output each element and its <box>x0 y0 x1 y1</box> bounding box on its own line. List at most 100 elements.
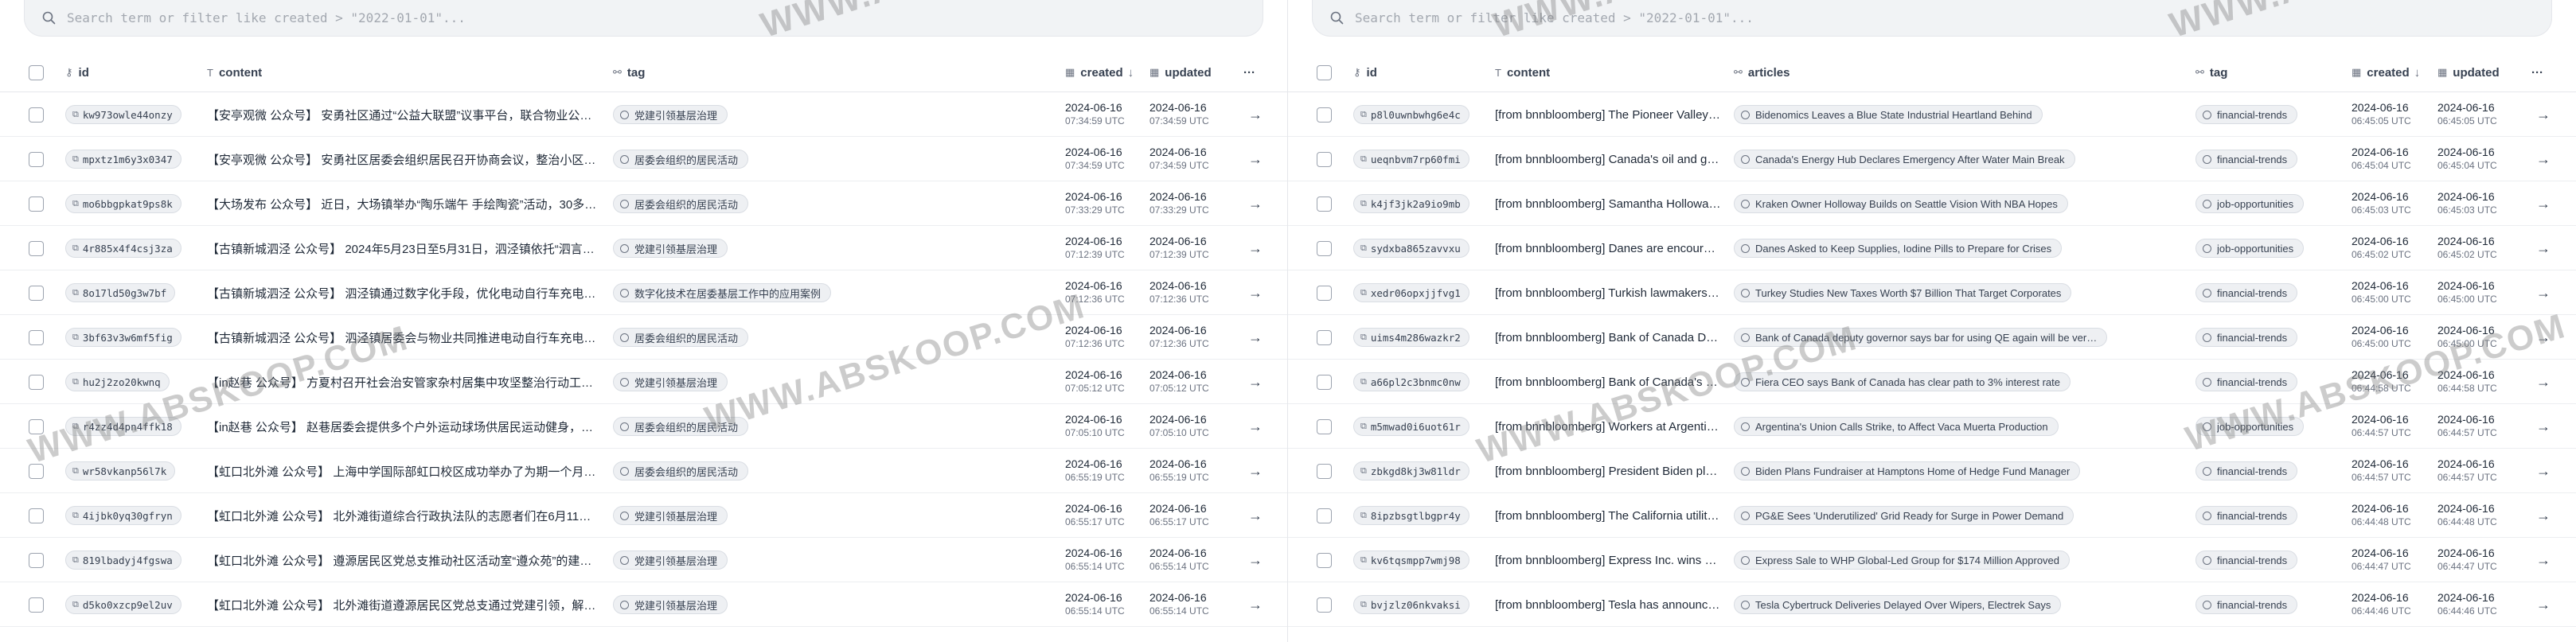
column-header-updated[interactable]: ▦ updated <box>2437 53 2500 92</box>
row-checkbox-cell[interactable] <box>29 226 44 270</box>
tag-badge[interactable]: financial-trends <box>2195 283 2298 302</box>
tag-badge[interactable]: 党建引领基层治理 <box>613 372 728 391</box>
article-badge[interactable]: Canada's Energy Hub Declares Emergency A… <box>1734 150 2075 169</box>
row-checkbox[interactable] <box>1317 374 1332 390</box>
copy-icon[interactable]: ⧉ <box>72 376 79 387</box>
table-row[interactable]: ⧉ 8ipzbsgtlbgpr4y [from bnnbloomberg] The … <box>1288 493 2576 538</box>
id-badge[interactable]: ⧉ 819lbadyj4fgswa <box>65 551 181 570</box>
arrow-right-icon[interactable]: → <box>1248 418 1263 435</box>
search-bar[interactable] <box>1312 0 2552 37</box>
row-checkbox-cell[interactable] <box>29 137 44 181</box>
row-checkbox[interactable] <box>29 552 44 568</box>
id-badge[interactable]: ⧉ r4zz4d4pn4ffk18 <box>65 417 181 436</box>
row-checkbox[interactable] <box>29 418 44 434</box>
table-row[interactable]: ⧉ sydxba865zavvxu [from bnnbloomberg] Dane… <box>1288 226 2576 270</box>
search-bar[interactable] <box>24 0 1263 37</box>
copy-icon[interactable]: ⧉ <box>1360 510 1367 521</box>
row-checkbox[interactable] <box>1317 508 1332 523</box>
select-all-checkbox[interactable] <box>29 53 44 92</box>
tag-badge[interactable]: job-opportunities <box>2195 194 2305 213</box>
article-badge[interactable]: Kraken Owner Holloway Builds on Seattle … <box>1734 194 2068 213</box>
arrow-right-icon[interactable]: → <box>1248 552 1263 569</box>
arrow-right-icon[interactable]: → <box>1248 107 1263 123</box>
row-checkbox-cell[interactable] <box>1317 582 1332 627</box>
copy-icon[interactable]: ⧉ <box>1360 332 1367 343</box>
article-badge[interactable]: Argentina's Union Calls Strike, to Affec… <box>1734 417 2059 436</box>
row-checkbox[interactable] <box>29 329 44 345</box>
id-badge[interactable]: ⧉ kv6tqsmpp7wmj98 <box>1353 551 1469 570</box>
row-checkbox[interactable] <box>1317 597 1332 613</box>
tag-badge[interactable]: 党建引领基层治理 <box>613 506 728 525</box>
id-badge[interactable]: ⧉ d5ko0xzcp9el2uv <box>65 595 181 614</box>
tag-badge[interactable]: job-opportunities <box>2195 417 2305 436</box>
column-header-created[interactable]: ▦ created ↓ <box>2352 53 2420 92</box>
id-badge[interactable]: ⧉ 4r885x4f4csj3za <box>65 239 181 258</box>
row-checkbox[interactable] <box>1317 196 1332 212</box>
tag-badge[interactable]: financial-trends <box>2195 105 2298 124</box>
row-checkbox[interactable] <box>29 151 44 167</box>
row-checkbox-cell[interactable] <box>29 582 44 627</box>
arrow-right-icon[interactable]: → <box>2536 418 2551 435</box>
row-checkbox[interactable] <box>1317 240 1332 256</box>
column-header-tag[interactable]: ⚯ tag <box>613 53 645 92</box>
table-row[interactable]: ⧉ mpxtz1m6y3x0347 【安亭观微 公众号】 安勇社区居委会组织居民召开… <box>0 137 1287 181</box>
row-checkbox-cell[interactable] <box>1317 181 1332 226</box>
table-row[interactable]: ⧉ 4ijbk0yq30gfryn 【虹口北外滩 公众号】 北外滩街道综合行政执法队… <box>0 493 1287 538</box>
table-row[interactable]: ⧉ bvjzlz06nkvaksi [from bnnbloomberg] Tesl… <box>1288 582 2576 627</box>
column-header-articles[interactable]: ⚯ articles <box>1734 53 1790 92</box>
row-checkbox-cell[interactable] <box>1317 404 1332 449</box>
search-input[interactable] <box>67 10 1044 25</box>
id-badge[interactable]: ⧉ wr58vkanp56l7k <box>65 461 176 481</box>
row-checkbox[interactable] <box>29 240 44 256</box>
table-row[interactable]: ⧉ xedr06opxjjfvg1 [from bnnbloomberg] Turk… <box>1288 270 2576 315</box>
tag-badge[interactable]: 党建引领基层治理 <box>613 595 728 614</box>
arrow-right-icon[interactable]: → <box>2536 374 2551 391</box>
arrow-right-icon[interactable]: → <box>1248 463 1263 480</box>
row-checkbox-cell[interactable] <box>1317 92 1332 137</box>
id-badge[interactable]: ⧉ ueqnbvm7rp60fmi <box>1353 150 1469 169</box>
row-checkbox-cell[interactable] <box>1317 449 1332 493</box>
row-checkbox[interactable] <box>1317 329 1332 345</box>
copy-icon[interactable]: ⧉ <box>1360 109 1367 120</box>
row-checkbox[interactable] <box>29 463 44 479</box>
tag-badge[interactable]: 居委会组织的居民活动 <box>613 461 749 481</box>
column-header-id[interactable]: ⚷ id <box>1353 53 1377 92</box>
tag-badge[interactable]: financial-trends <box>2195 506 2298 525</box>
tag-badge[interactable]: financial-trends <box>2195 372 2298 391</box>
tag-badge[interactable]: financial-trends <box>2195 551 2298 570</box>
column-header-created[interactable]: ▦ created ↓ <box>1065 53 1134 92</box>
tag-badge[interactable]: 党建引领基层治理 <box>613 105 728 124</box>
arrow-right-icon[interactable]: → <box>2536 329 2551 346</box>
row-checkbox-cell[interactable] <box>1317 538 1332 582</box>
id-badge[interactable]: ⧉ sydxba865zavvxu <box>1353 239 1469 258</box>
copy-icon[interactable]: ⧉ <box>1360 198 1367 209</box>
copy-icon[interactable]: ⧉ <box>72 154 79 165</box>
arrow-right-icon[interactable]: → <box>2536 240 2551 257</box>
row-checkbox[interactable] <box>29 374 44 390</box>
row-checkbox[interactable] <box>29 285 44 301</box>
row-checkbox-cell[interactable] <box>1317 226 1332 270</box>
column-header-content[interactable]: Tcontent <box>1495 53 1550 92</box>
row-checkbox-cell[interactable] <box>29 404 44 449</box>
id-badge[interactable]: ⧉ xedr06opxjjfvg1 <box>1353 283 1469 302</box>
table-row[interactable]: ⧉ k4jf3jk2a9io9mb [from bnnbloomberg] Sama… <box>1288 181 2576 226</box>
row-checkbox[interactable] <box>1317 151 1332 167</box>
id-badge[interactable]: ⧉ p8l0uwnbwhg6e4c <box>1353 105 1469 124</box>
row-checkbox-cell[interactable] <box>29 181 44 226</box>
tag-badge[interactable]: 党建引领基层治理 <box>613 239 728 258</box>
row-checkbox[interactable] <box>1317 463 1332 479</box>
row-checkbox[interactable] <box>1317 285 1332 301</box>
tag-badge[interactable]: 居委会组织的居民活动 <box>613 328 749 347</box>
arrow-right-icon[interactable]: → <box>2536 107 2551 123</box>
arrow-right-icon[interactable]: → <box>2536 552 2551 569</box>
id-badge[interactable]: ⧉ a66pl2c3bnmc0nw <box>1353 372 1469 391</box>
arrow-right-icon[interactable]: → <box>2536 597 2551 613</box>
row-checkbox-cell[interactable] <box>29 270 44 315</box>
copy-icon[interactable]: ⧉ <box>1360 376 1367 387</box>
row-checkbox[interactable] <box>29 107 44 123</box>
row-checkbox-cell[interactable] <box>29 538 44 582</box>
tag-badge[interactable]: financial-trends <box>2195 328 2298 347</box>
table-row[interactable]: ⧉ 3bf63v3w6mf5fig 【古镇新城泗泾 公众号】 泗泾镇居委会与物业共同… <box>0 315 1287 360</box>
id-badge[interactable]: ⧉ k4jf3jk2a9io9mb <box>1353 194 1469 213</box>
article-badge[interactable]: PG&E Sees 'Underutilized' Grid Ready for… <box>1734 506 2074 525</box>
